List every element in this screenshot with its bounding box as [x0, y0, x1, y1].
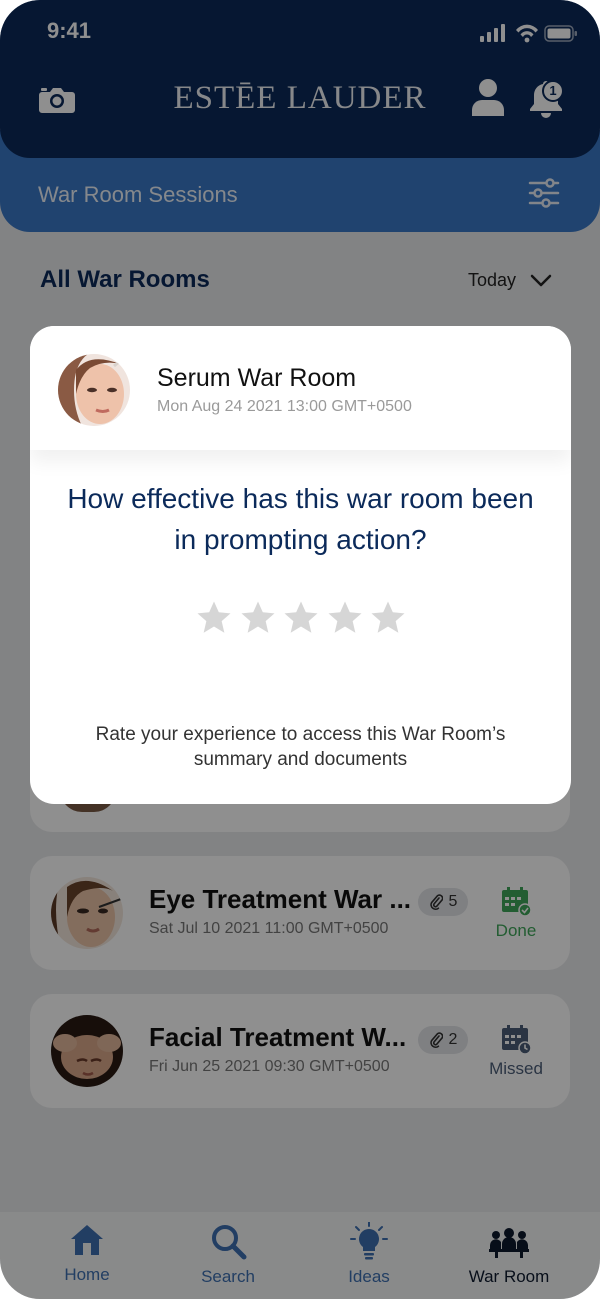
- star-icon[interactable]: [370, 600, 406, 636]
- star-icon[interactable]: [240, 600, 276, 636]
- app-screen: 9:41 ESTĒE LAUDER 1 War Room Sessions Al…: [0, 0, 600, 1299]
- star-rating: [196, 600, 406, 642]
- modal-title: Serum War Room: [157, 364, 357, 392]
- modal-date: Mon Aug 24 2021 13:00 GMT+0500: [157, 398, 412, 415]
- avatar: [58, 354, 130, 426]
- rating-hint: Rate your experience to access this War …: [95, 724, 506, 770]
- star-icon[interactable]: [327, 600, 363, 636]
- star-icon[interactable]: [196, 600, 232, 636]
- modal-header: Serum War Room Mon Aug 24 2021 13:00 GMT…: [30, 326, 571, 450]
- star-icon[interactable]: [283, 600, 319, 636]
- rating-modal: Serum War Room Mon Aug 24 2021 13:00 GMT…: [30, 326, 571, 804]
- rating-question: How effective has this war room been in …: [67, 483, 534, 555]
